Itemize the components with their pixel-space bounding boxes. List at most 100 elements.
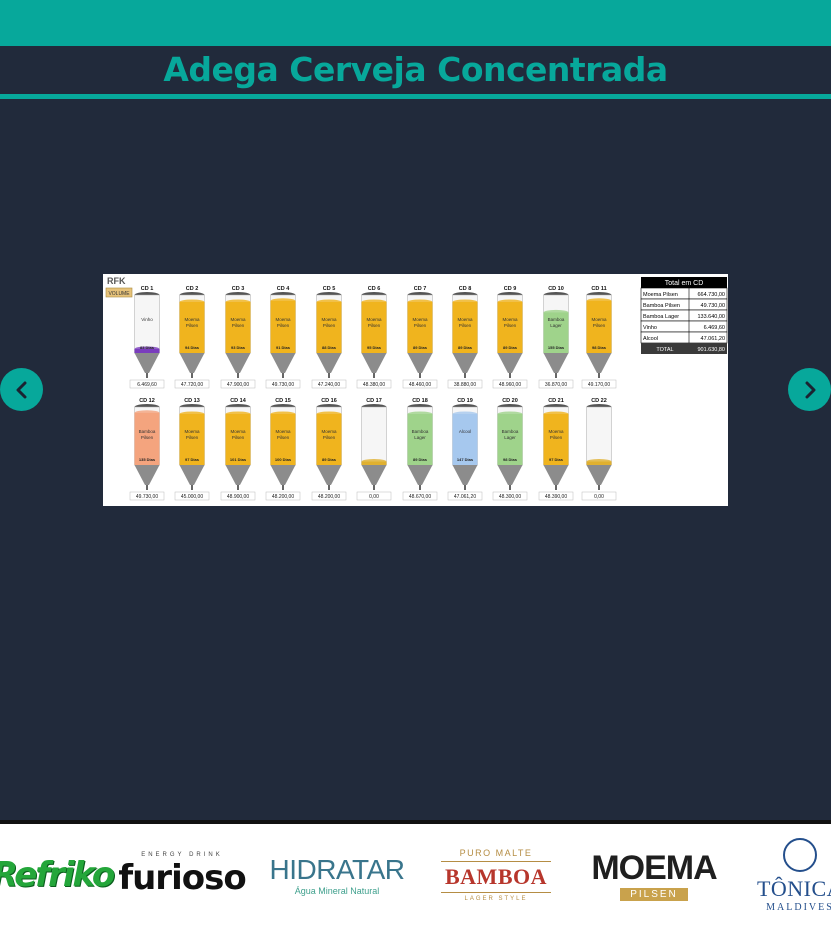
tank: CD 19 Alcool 147 Dias 47.061,20 bbox=[447, 398, 483, 501]
tank-surface bbox=[316, 299, 342, 305]
tank-surface bbox=[407, 411, 433, 417]
tank: CD 17 0,00 bbox=[356, 398, 392, 501]
totals-row-value: 47.061,20 bbox=[701, 336, 725, 342]
tank-label: CD 9 bbox=[504, 286, 517, 292]
hidratar-logo-subtitle: Água Mineral Natural bbox=[294, 886, 380, 896]
tank-body bbox=[361, 406, 387, 466]
tank-product: Moema bbox=[321, 429, 337, 434]
tonica-logo[interactable]: TÔNICA MALDIVES bbox=[750, 824, 831, 926]
tank-surface bbox=[586, 298, 612, 304]
hidratar-logo[interactable]: HIDRATAR Água Mineral Natural bbox=[270, 824, 405, 926]
tank-surface bbox=[225, 411, 251, 417]
tank-product: Pilsen bbox=[277, 323, 290, 328]
tank-surface bbox=[407, 299, 433, 305]
tank-cone bbox=[543, 465, 569, 485]
tank-product: Moema bbox=[321, 317, 337, 322]
carousel-slide-image: RFK VOLUME CD 1 Vinho 83 Dias 6.469,60 CD 2 M… bbox=[103, 274, 728, 506]
tank-label: CD 16 bbox=[321, 398, 337, 404]
totals-row-label: Alcool bbox=[643, 336, 658, 342]
tank-days: 98 Dias bbox=[592, 345, 607, 350]
tank-value: 49.730,00 bbox=[272, 382, 294, 388]
tank-cone bbox=[179, 465, 205, 485]
tank-valve bbox=[146, 373, 148, 378]
tank-product: Pilsen bbox=[232, 435, 245, 440]
tank: CD 16 MoemaPilsen 89 Dias 48.200,00 bbox=[311, 398, 347, 501]
bamboa-logo-text: BAMBOA bbox=[441, 861, 551, 893]
tank: CD 20 BamboaLager 98 Dias 48.300,00 bbox=[492, 398, 528, 501]
moema-logo-text: MOEMA bbox=[591, 849, 717, 887]
tank-surface bbox=[452, 411, 478, 417]
tank-product: Lager bbox=[550, 323, 562, 328]
tank-product: Vinho bbox=[141, 317, 153, 322]
tank-product: Moema bbox=[275, 429, 291, 434]
bamboa-logo[interactable]: PURO MALTE BAMBOA LAGER STYLE bbox=[434, 824, 558, 926]
totals-row-value: 6.469,60 bbox=[704, 325, 725, 331]
tank-value: 47.240,00 bbox=[318, 382, 340, 388]
carousel-next-button[interactable] bbox=[788, 368, 831, 411]
tank-days: 94 Dias bbox=[185, 345, 200, 350]
tank-cone bbox=[452, 465, 478, 485]
tank-product: Bamboa bbox=[139, 429, 156, 434]
tank-value: 48.200,00 bbox=[318, 494, 340, 500]
tank-label: CD 22 bbox=[591, 398, 607, 404]
tank: CD 11 MoemaPilsen 98 Dias 49.170,00 bbox=[581, 286, 617, 389]
tank-value: 48.380,00 bbox=[363, 382, 385, 388]
tank-product: Bamboa bbox=[412, 429, 429, 434]
carousel-prev-button[interactable] bbox=[0, 368, 43, 411]
refriko-logo-text: Refriko bbox=[0, 855, 115, 895]
refriko-logo[interactable]: Refriko bbox=[0, 824, 115, 926]
tank-value: 48.900,00 bbox=[227, 494, 249, 500]
tank-surface bbox=[316, 411, 342, 417]
tonica-logo-text: TÔNICA bbox=[756, 875, 831, 901]
totals-total-label: TOTAL bbox=[656, 347, 673, 353]
tank-cone bbox=[270, 465, 296, 485]
tank-valve bbox=[419, 373, 421, 378]
tank-dashboard: RFK VOLUME CD 1 Vinho 83 Dias 6.469,60 CD 2 M… bbox=[105, 276, 728, 501]
tank: CD 21 MoemaPilsen 97 Dias 48.390,00 bbox=[538, 398, 574, 501]
tank: CD 7 MoemaPilsen 89 Dias 48.460,00 bbox=[402, 286, 438, 389]
tank-cone bbox=[586, 465, 612, 485]
tank-product: Pilsen bbox=[323, 323, 336, 328]
tank-surface bbox=[543, 411, 569, 417]
tank: CD 13 MoemaPilsen 97 Dias 45.000,00 bbox=[174, 398, 210, 501]
tank-cone bbox=[361, 353, 387, 373]
tank-valve bbox=[373, 485, 375, 490]
tank-days: 95 Dias bbox=[367, 345, 382, 350]
tank-cone bbox=[134, 465, 160, 485]
tank-label: CD 8 bbox=[459, 286, 472, 292]
tank: CD 6 MoemaPilsen 95 Dias 48.380,00 bbox=[356, 286, 392, 389]
moema-logo-subtitle: PILSEN bbox=[620, 888, 688, 901]
tank: CD 12 BamboaPilsen 135 Dias 49.730,00 bbox=[129, 398, 165, 501]
tank-valve bbox=[598, 485, 600, 490]
tank-product: Bamboa bbox=[502, 429, 519, 434]
tank-product: Alcool bbox=[459, 429, 471, 434]
totals-title: Total em CD bbox=[665, 280, 704, 287]
tank-valve bbox=[328, 485, 330, 490]
tank-product: Moema bbox=[591, 317, 607, 322]
tank-product: Moema bbox=[366, 317, 382, 322]
tank-value: 49.170,00 bbox=[588, 382, 610, 388]
tank-product: Pilsen bbox=[504, 323, 517, 328]
tank-surface bbox=[361, 459, 387, 465]
tank-product: Pilsen bbox=[550, 435, 563, 440]
tank-days: 89 Dias bbox=[413, 457, 428, 462]
tank-cone bbox=[497, 465, 523, 485]
tank-label: CD 10 bbox=[548, 286, 564, 292]
tank-surface bbox=[134, 410, 160, 416]
tank-valve bbox=[237, 373, 239, 378]
tank-product: Moema bbox=[184, 429, 200, 434]
moema-logo[interactable]: MOEMA PILSEN bbox=[591, 824, 718, 926]
tank-value: 48.960,00 bbox=[499, 382, 521, 388]
tank: CD 2 MoemaPilsen 94 Dias 47.720,00 bbox=[174, 286, 210, 389]
tank-valve bbox=[282, 485, 284, 490]
tank-value: 38.880,00 bbox=[454, 382, 476, 388]
furioso-logo[interactable]: ENERGY DRINK furioso bbox=[118, 824, 246, 926]
tank-days: 147 Dias bbox=[457, 457, 474, 462]
tank-label: CD 1 bbox=[141, 286, 154, 292]
tank-cone bbox=[361, 465, 387, 485]
tank-product: Pilsen bbox=[186, 323, 199, 328]
tank-product: Pilsen bbox=[368, 323, 381, 328]
tank-days: 91 Dias bbox=[276, 345, 291, 350]
tank-valve bbox=[328, 373, 330, 378]
tank-cone bbox=[316, 465, 342, 485]
